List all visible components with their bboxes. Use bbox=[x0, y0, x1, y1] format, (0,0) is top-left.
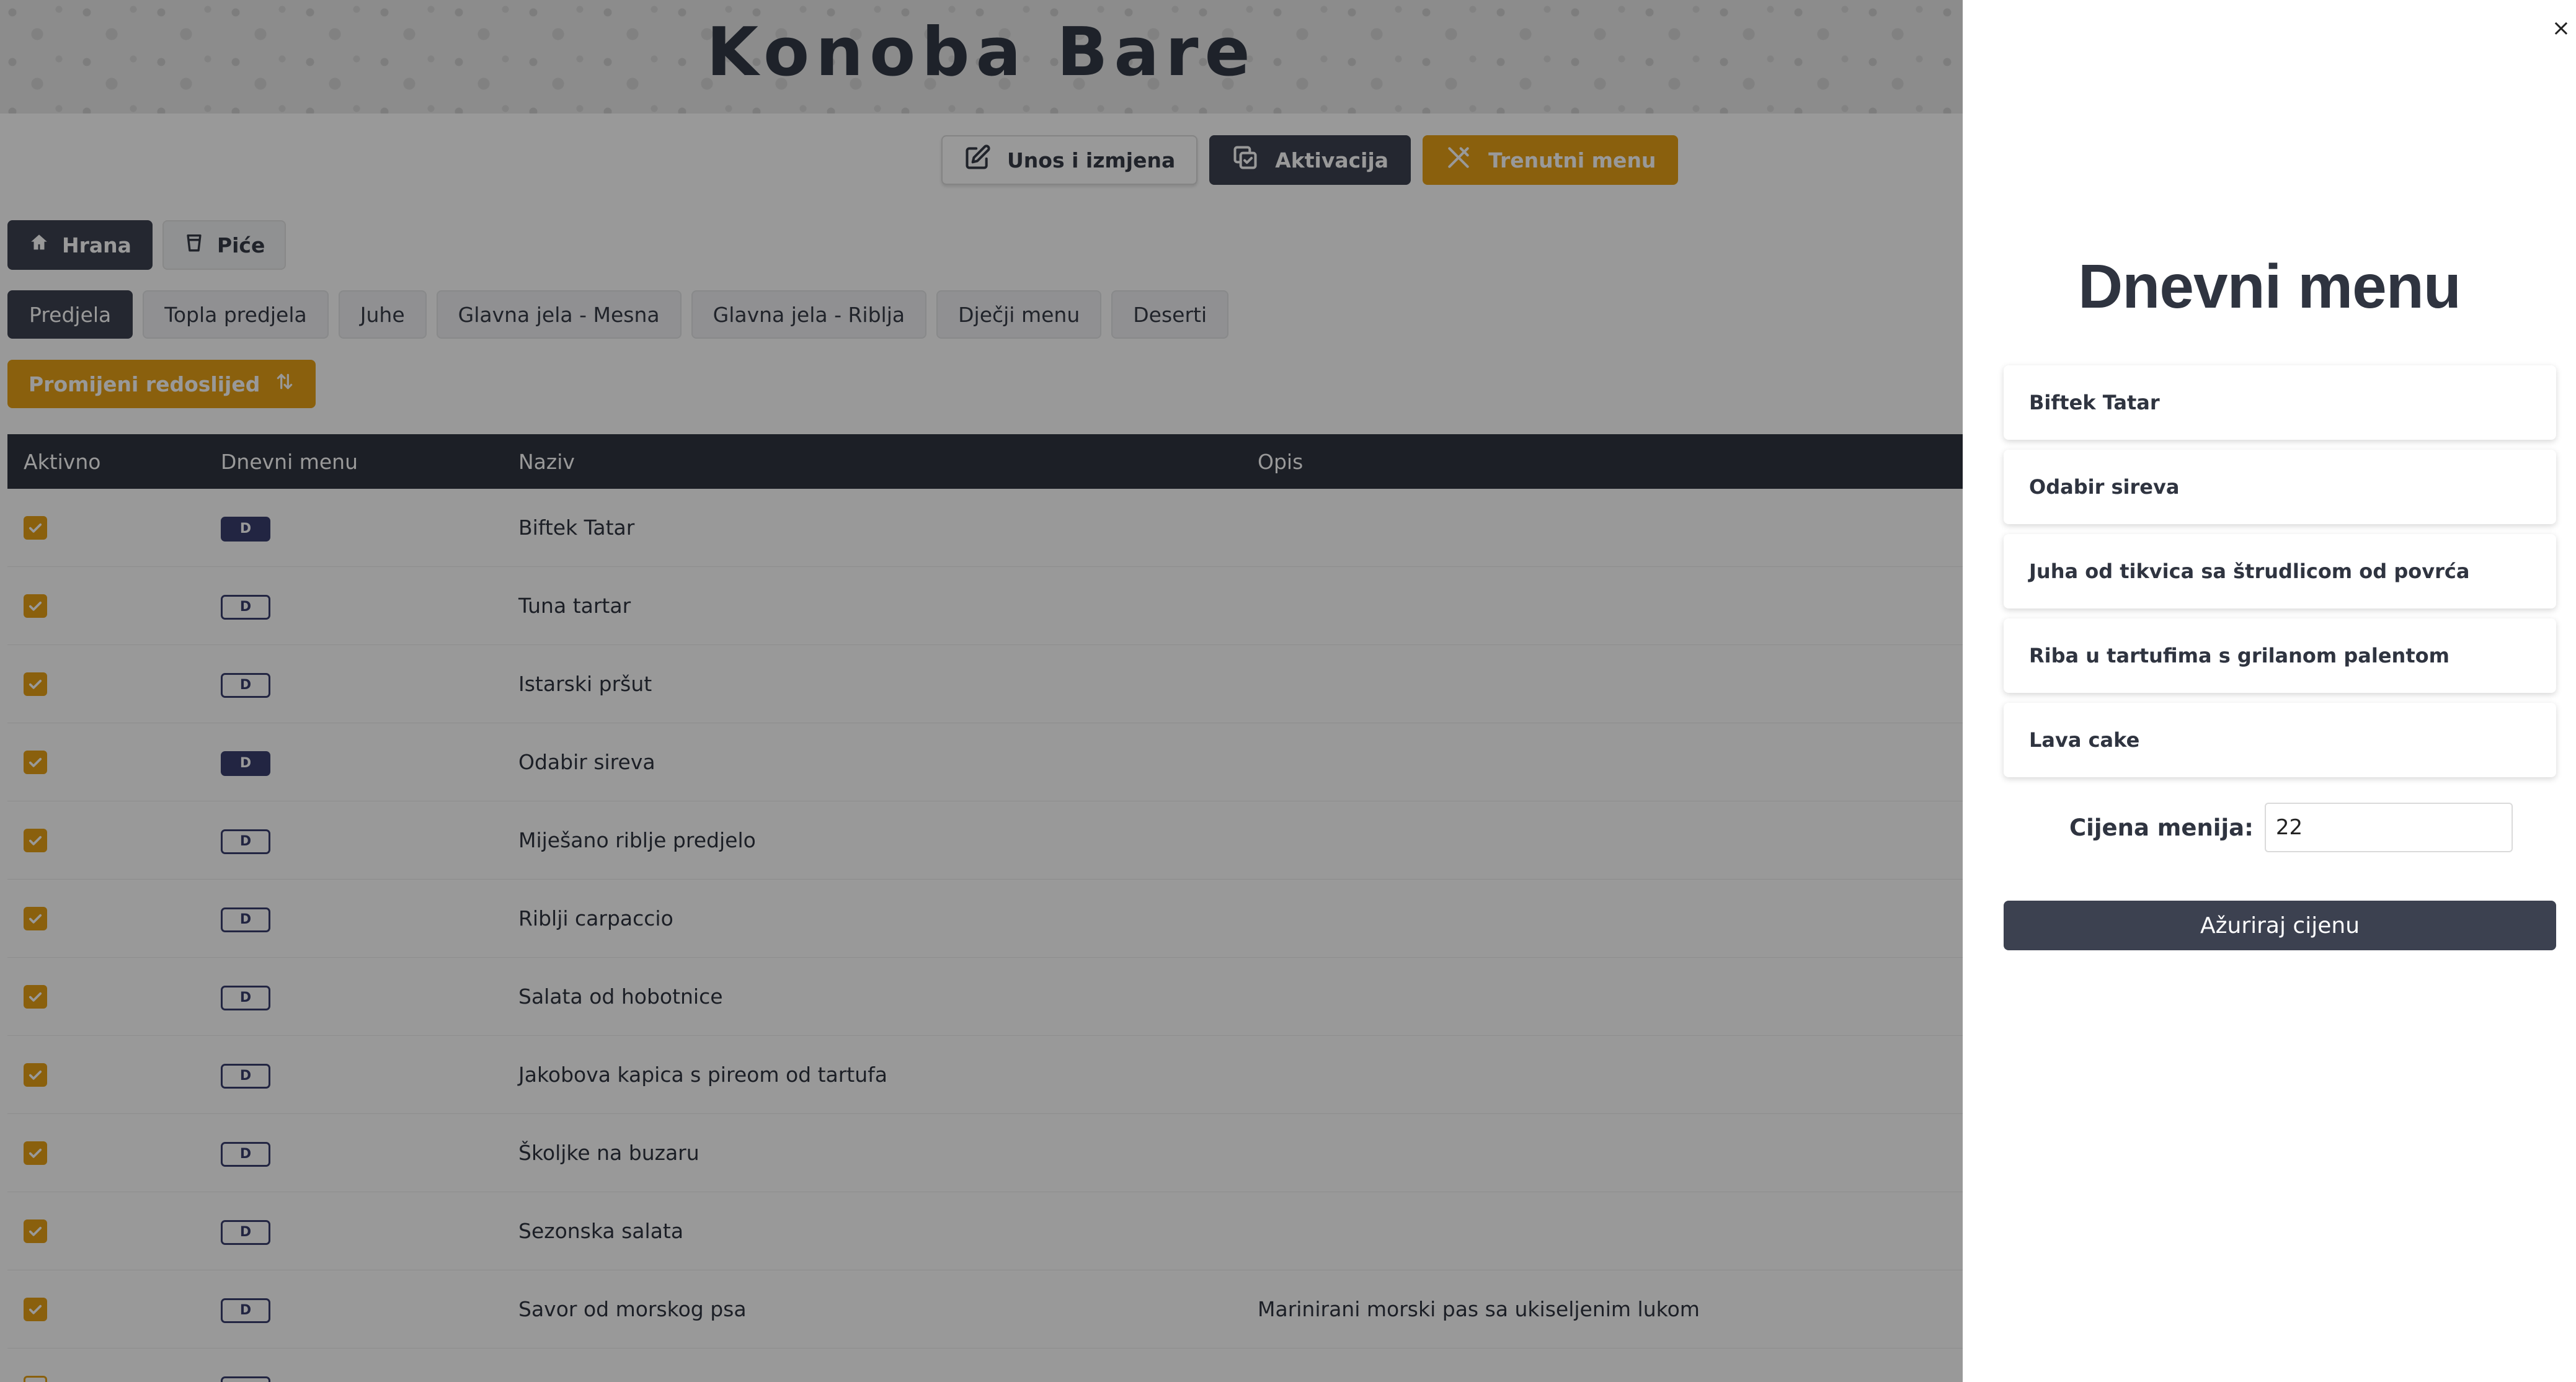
drawer-title: Dnevni menu bbox=[2078, 252, 2461, 321]
daily-menu-list: Biftek Tatar Odabir sireva Juha od tikvi… bbox=[2004, 365, 2556, 787]
price-label: Cijena menija: bbox=[2069, 814, 2254, 841]
price-input[interactable] bbox=[2264, 803, 2513, 852]
daily-menu-item[interactable]: Riba u tartufima s grilanom palentom bbox=[2004, 618, 2556, 693]
main-page: Konoba Bare Unos i izmjena Aktivacija Tr… bbox=[0, 0, 1963, 1382]
daily-menu-item[interactable]: Biftek Tatar bbox=[2004, 365, 2556, 440]
close-icon[interactable]: × bbox=[2549, 16, 2574, 41]
daily-menu-item[interactable]: Lava cake bbox=[2004, 703, 2556, 777]
daily-menu-item[interactable]: Juha od tikvica sa štrudlicom od povrća bbox=[2004, 534, 2556, 609]
daily-menu-item[interactable]: Odabir sireva bbox=[2004, 450, 2556, 524]
update-price-button[interactable]: Ažuriraj cijenu bbox=[2004, 901, 2556, 950]
price-row: Cijena menija: bbox=[2069, 803, 2513, 852]
modal-backdrop[interactable] bbox=[0, 0, 1963, 1382]
daily-menu-drawer: × Dnevni menu Biftek Tatar Odabir sireva… bbox=[1963, 0, 2576, 1382]
